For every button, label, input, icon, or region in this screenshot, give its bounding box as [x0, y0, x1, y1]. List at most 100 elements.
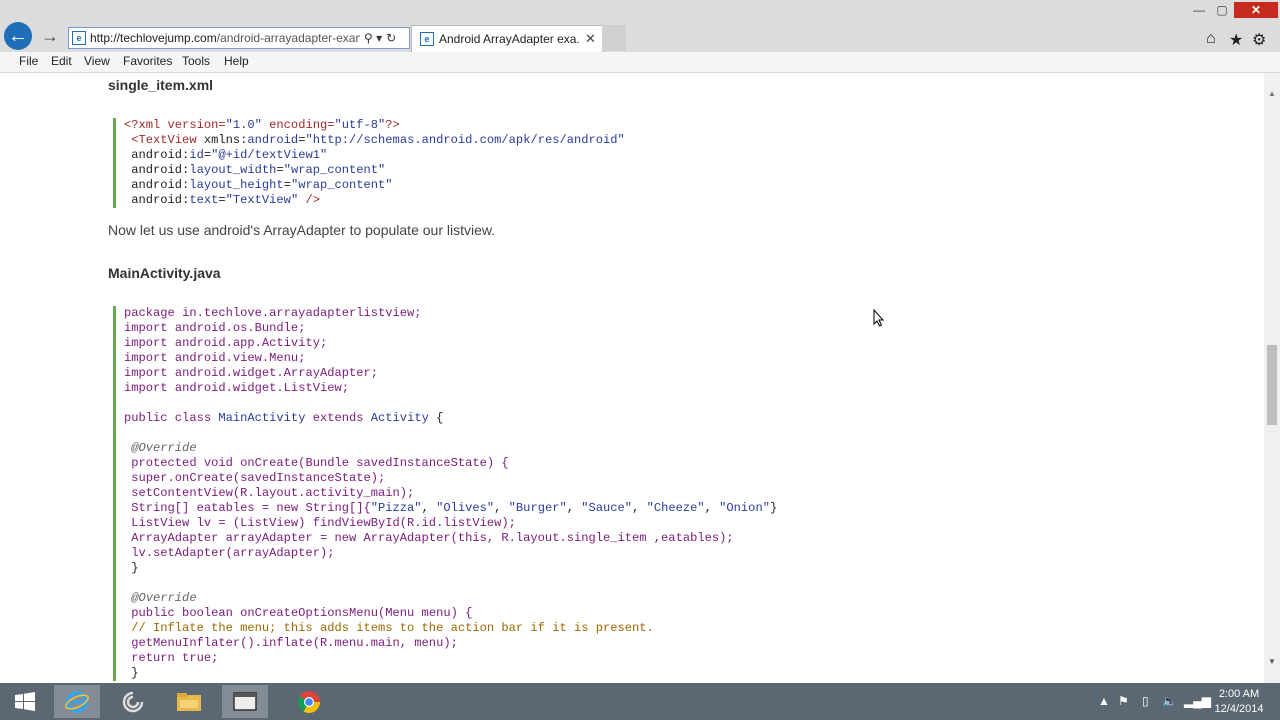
tools-gear-icon[interactable]: ⚙ [1252, 30, 1266, 50]
code-token: ?> [385, 118, 400, 132]
java-code-line: String[] eatables = new String[]{"Pizza"… [124, 501, 777, 516]
code-token: , [421, 501, 437, 515]
code-token: "1.0" [225, 118, 262, 132]
code-token: android: [124, 178, 190, 192]
site-favicon-icon: e [72, 31, 86, 45]
scroll-down-icon[interactable]: ▼ [1268, 657, 1276, 666]
tab-close-icon[interactable]: ✕ [585, 31, 596, 47]
home-icon[interactable]: ⌂ [1206, 30, 1216, 48]
menu-view[interactable]: View [84, 54, 110, 68]
heading-main-activity: MainActivity.java [108, 265, 221, 281]
code-token: Activity [370, 411, 437, 425]
code-token: public boolean [124, 606, 241, 620]
action-center-flag-icon[interactable]: ⚑ [1118, 694, 1129, 708]
xml-code-line: android:id="@+id/textView1" [124, 148, 625, 163]
code-token: "wrap_content" [283, 163, 386, 177]
code-token: new [276, 501, 306, 515]
taskbar-clock[interactable]: 2:00 AM 12/4/2014 [1208, 687, 1270, 717]
code-token: return true; [124, 651, 219, 665]
scroll-up-icon[interactable]: ▲ [1268, 89, 1276, 98]
code-token: <TextView [124, 133, 204, 147]
code-token: { [436, 411, 444, 425]
forward-button[interactable]: → [38, 24, 62, 48]
java-code-line: getMenuInflater().inflate(R.menu.main, m… [124, 636, 777, 651]
code-token: new [334, 531, 364, 545]
taskbar-internet-explorer[interactable] [54, 685, 100, 718]
page-content: single_item.xml <?xml version="1.0" enco… [0, 73, 1264, 683]
address-url[interactable]: http://techlovejump.com/android-arrayada… [90, 31, 360, 45]
tab-title: Android ArrayAdapter exa... [439, 32, 579, 46]
start-button[interactable] [2, 685, 48, 718]
code-token: android.widget.ArrayAdapter; [174, 366, 379, 380]
favorites-star-icon[interactable]: ★ [1229, 30, 1243, 50]
taskbar-app-2[interactable] [110, 685, 156, 718]
java-code-line: import android.app.Activity; [124, 336, 777, 351]
code-token: "@+id/textView1" [211, 148, 328, 162]
search-dropdown-icon[interactable]: ⚲ ▾ [364, 31, 382, 45]
volume-icon[interactable]: 🔈 [1162, 694, 1177, 708]
code-token: extends [312, 411, 371, 425]
java-code-line [124, 426, 777, 441]
tab-active[interactable]: e Android ArrayAdapter exa... ✕ [411, 25, 603, 52]
code-token: import [124, 321, 175, 335]
code-token: android.os.Bundle; [174, 321, 306, 335]
xml-code-line: <TextView xmlns:android="http://schemas.… [124, 133, 625, 148]
network-signal-icon[interactable]: ▂▄▆ [1184, 694, 1211, 708]
code-token: encoding= [261, 118, 335, 132]
java-code-line: return true; [124, 651, 777, 666]
taskbar: ▲ ⚑ ▯ 🔈 ▂▄▆ 2:00 AM 12/4/2014 [0, 683, 1280, 720]
code-token: , [566, 501, 582, 515]
close-window-button[interactable]: ✕ [1234, 2, 1278, 18]
minimize-button[interactable]: — [1190, 2, 1208, 18]
java-code-line: public boolean onCreateOptionsMenu(Menu … [124, 606, 777, 621]
tab-favicon-icon: e [420, 32, 434, 46]
intro-paragraph: Now let us use android's ArrayAdapter to… [108, 222, 496, 238]
code-token: onCreate(Bundle savedInstanceState) { [240, 456, 509, 470]
menu-help[interactable]: Help [224, 54, 249, 68]
code-token: import [124, 381, 175, 395]
taskbar-chrome[interactable] [286, 685, 332, 718]
code-token: super.onCreate(savedInstanceState); [124, 471, 386, 485]
menu-favorites[interactable]: Favorites [123, 54, 172, 68]
java-code-line: @Override [124, 441, 777, 456]
code-token: String[]{ [305, 501, 371, 515]
vertical-scrollbar[interactable]: ▲ ▼ [1264, 73, 1280, 683]
battery-icon[interactable]: ▯ [1142, 694, 1149, 708]
java-code-line: protected void onCreate(Bundle savedInst… [124, 456, 777, 471]
clock-time: 2:00 AM [1218, 688, 1260, 700]
taskbar-file-explorer[interactable] [166, 685, 212, 718]
code-token: android: [124, 193, 190, 207]
code-token: android: [124, 163, 190, 177]
code-token: "Burger" [508, 501, 567, 515]
code-token: "http://schemas.android.com/apk/res/andr… [305, 133, 625, 147]
code-token: package [124, 306, 183, 320]
java-code-line: import android.view.Menu; [124, 351, 777, 366]
refresh-icon[interactable]: ↻ [386, 31, 396, 45]
maximize-button[interactable]: ▢ [1213, 2, 1231, 18]
taskbar-window-app[interactable] [222, 685, 268, 718]
java-code-line: ListView lv = (ListView) findViewById(R.… [124, 516, 777, 531]
tray-expand-icon[interactable]: ▲ [1098, 694, 1110, 708]
address-bar[interactable]: e http://techlovejump.com/android-arraya… [68, 27, 410, 49]
java-code-line: public class MainActivity extends Activi… [124, 411, 777, 426]
forward-arrow-icon: → [41, 25, 59, 46]
swirl-app-icon [122, 691, 144, 712]
code-token: ListView lv = (ListView) findViewById(R.… [124, 516, 516, 530]
browser-titlebar: — ▢ ✕ ← → e http://techlovejump.com/andr… [0, 0, 1280, 52]
code-token: /> [298, 193, 320, 207]
menu-tools[interactable]: Tools [182, 54, 210, 68]
scrollbar-thumb[interactable] [1267, 345, 1277, 425]
code-token: "Pizza" [370, 501, 422, 515]
url-path: /android-arrayadapter-exam [216, 31, 360, 45]
new-tab-button[interactable] [602, 25, 626, 51]
menu-file[interactable]: File [19, 54, 38, 68]
back-arrow-icon: ← [8, 24, 28, 47]
code-token: String[] eatables = [124, 501, 277, 515]
code-token: import [124, 336, 175, 350]
back-button[interactable]: ← [4, 22, 32, 50]
code-token: "Onion" [719, 501, 770, 515]
java-code-line: } [124, 561, 777, 576]
menu-edit[interactable]: Edit [51, 54, 72, 68]
code-token: setContentView(R.layout.activity_main); [124, 486, 415, 500]
code-token: getMenuInflater().inflate(R.menu.main, m… [124, 636, 458, 650]
